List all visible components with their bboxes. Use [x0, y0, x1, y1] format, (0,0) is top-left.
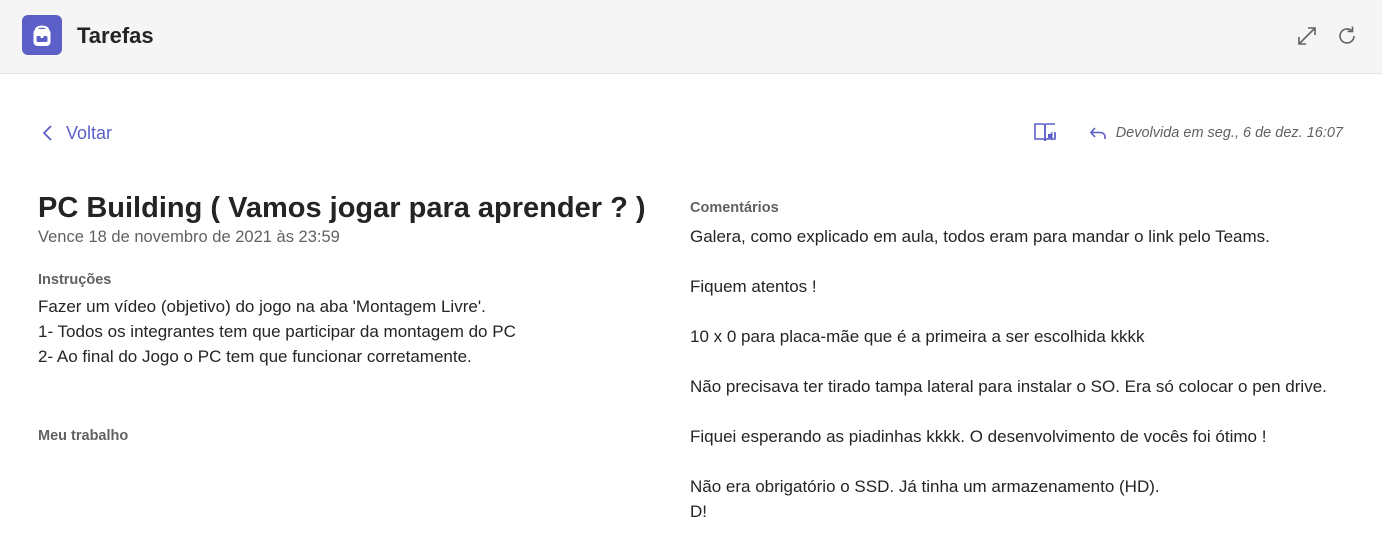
back-button[interactable]: Voltar — [38, 121, 112, 145]
comment-line: Galera, como explicado em aula, todos er… — [690, 227, 1270, 246]
my-work-label: Meu trabalho — [38, 428, 129, 444]
instruction-line: 1- Todos os integrantes tem que particip… — [38, 322, 516, 341]
backpack-icon — [22, 15, 62, 55]
instruction-line: Fazer um vídeo (objetivo) do jogo na aba… — [38, 297, 486, 316]
due-date: Vence 18 de novembro de 2021 às 23:59 — [38, 228, 340, 246]
instructions-label: Instruções — [38, 272, 112, 288]
immersive-reader-icon[interactable] — [1033, 122, 1059, 144]
back-label: Voltar — [66, 123, 113, 143]
assignment-panel: PC Building ( Vamos jogar para aprender … — [38, 190, 658, 444]
chevron-left-icon — [42, 125, 52, 141]
assignment-title: PC Building ( Vamos jogar para aprender … — [38, 192, 646, 224]
comment-line: Não era obrigatório o SSD. Já tinha um a… — [690, 477, 1160, 496]
comments-panel: Comentários Galera, como explicado em au… — [690, 198, 1370, 524]
comment-line: Fiquem atentos ! — [690, 277, 817, 296]
reply-icon — [1089, 127, 1106, 139]
expand-icon[interactable] — [1295, 24, 1319, 48]
comment-line: D! — [690, 502, 707, 521]
app-header: Tarefas — [0, 0, 1382, 74]
comment-line: Não precisava ter tirado tampa lateral p… — [690, 377, 1327, 396]
comments-label: Comentários — [690, 200, 779, 216]
comment-line: 10 x 0 para placa-mãe que é a primeira a… — [690, 327, 1145, 346]
returned-status: Devolvida em seg., 6 de dez. 16:07 — [1088, 122, 1343, 144]
comment-line: Fiquei esperando as piadinhas kkkk. O de… — [690, 427, 1267, 446]
refresh-icon[interactable] — [1335, 24, 1359, 48]
instruction-line: 2- Ao final do Jogo o PC tem que funcion… — [38, 347, 472, 366]
app-title: Tarefas — [77, 23, 154, 48]
instructions-text: Fazer um vídeo (objetivo) do jogo na aba… — [38, 294, 658, 369]
returned-text: Devolvida em seg., 6 de dez. 16:07 — [1115, 125, 1343, 141]
